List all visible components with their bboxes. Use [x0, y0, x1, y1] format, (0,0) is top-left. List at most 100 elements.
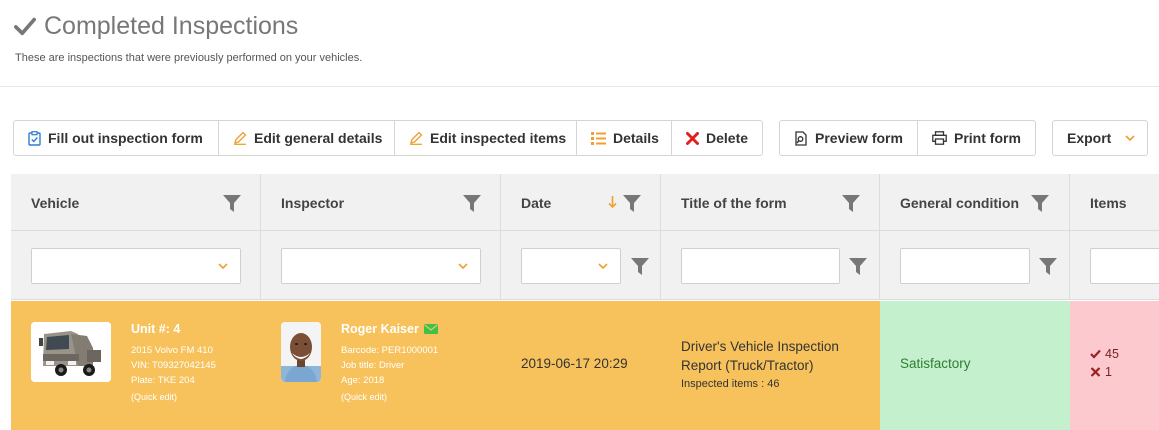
vehicle-plate: Plate: TKE 204: [131, 375, 195, 386]
inspected-items-count: Inspected items : 46: [681, 378, 780, 390]
clipboard-check-icon: [28, 130, 41, 146]
sort-descending-icon[interactable]: [608, 195, 617, 209]
actions-toolbar: Fill out inspection form Edit general de…: [13, 120, 763, 156]
items-ok-value: 45: [1105, 347, 1119, 361]
chevron-down-icon: [1125, 135, 1135, 142]
details-label: Details: [613, 130, 659, 146]
page-title: Completed Inspections: [14, 10, 362, 42]
chevron-down-icon: [458, 263, 468, 270]
preview-form-button[interactable]: Preview form: [780, 121, 918, 155]
grid-header-row: Vehicle Inspector Date Title of the form…: [11, 174, 1159, 231]
column-header-items[interactable]: Items: [1070, 174, 1159, 231]
delete-button[interactable]: Delete: [672, 121, 762, 155]
inspector-filter-select[interactable]: [281, 248, 481, 284]
column-header-vehicle[interactable]: Vehicle: [11, 174, 261, 231]
vehicle-unit-link[interactable]: Unit #: 4: [131, 322, 180, 336]
filter-icon[interactable]: [631, 258, 649, 275]
column-header-date[interactable]: Date: [501, 174, 661, 231]
filter-cell-vehicle: [11, 231, 261, 300]
filter-icon[interactable]: [1039, 258, 1057, 275]
column-header-inspector-label: Inspector: [281, 194, 345, 211]
page-title-text: Completed Inspections: [44, 11, 299, 40]
filter-icon[interactable]: [849, 258, 867, 275]
checkmark-icon: [1090, 349, 1101, 359]
pencil-icon: [234, 131, 247, 145]
fill-out-form-label: Fill out inspection form: [48, 130, 203, 146]
inspections-grid: Vehicle Inspector Date Title of the form…: [11, 174, 1159, 430]
checkmark-icon: [14, 17, 36, 36]
delete-label: Delete: [706, 130, 749, 146]
edit-inspected-items-button[interactable]: Edit inspected items: [395, 121, 577, 155]
page-header: Completed Inspections These are inspecti…: [14, 10, 362, 64]
condition-value: Satisfactory: [900, 356, 971, 371]
inspector-quick-edit-link[interactable]: (Quick edit): [341, 392, 387, 402]
list-icon: [591, 131, 606, 145]
column-header-date-label: Date: [521, 194, 552, 211]
column-header-items-label: Items: [1090, 194, 1127, 211]
form-title-line2: Report (Truck/Tractor): [681, 358, 814, 373]
details-button[interactable]: Details: [577, 121, 672, 155]
items-bad-value: 1: [1105, 365, 1112, 379]
items-filter-input[interactable]: [1090, 248, 1159, 284]
inspector-name-link[interactable]: Roger Kaiser: [341, 322, 438, 336]
condition-filter-input[interactable]: [900, 248, 1030, 284]
truck-icon: [31, 322, 111, 382]
items-ok-count: 45: [1090, 347, 1119, 361]
print-form-button[interactable]: Print form: [918, 121, 1035, 155]
inspector-job-title: Job title: Driver: [341, 360, 405, 371]
preview-form-label: Preview form: [815, 130, 903, 146]
print-form-label: Print form: [954, 130, 1021, 146]
page-subtitle: These are inspections that were previous…: [15, 52, 363, 64]
avatar: [281, 322, 321, 382]
inspector-name: Roger Kaiser: [341, 322, 419, 336]
inspector-avatar: [281, 322, 321, 382]
filter-cell-items: [1070, 231, 1159, 300]
chevron-down-icon: [218, 263, 228, 270]
column-header-condition-label: General condition: [900, 194, 1020, 211]
filter-icon[interactable]: [623, 195, 641, 212]
column-header-title[interactable]: Title of the form: [661, 174, 880, 231]
title-filter-input[interactable]: [681, 248, 840, 284]
fill-out-form-button[interactable]: Fill out inspection form: [14, 121, 219, 155]
close-icon: [686, 131, 699, 145]
pencil-icon: [410, 131, 423, 145]
export-button[interactable]: Export: [1053, 121, 1147, 155]
edit-inspected-items-label: Edit inspected items: [430, 130, 567, 146]
inspection-date: 2019-06-17 20:29: [521, 356, 628, 371]
edit-general-details-label: Edit general details: [254, 130, 383, 146]
inspector-age: Age: 2018: [341, 375, 385, 386]
column-header-title-label: Title of the form: [681, 194, 787, 211]
vehicle-vin: VIN: T09327042145: [131, 360, 216, 371]
filter-cell-condition: [880, 231, 1070, 300]
form-title-line1: Driver's Vehicle Inspection: [681, 339, 839, 354]
filter-icon[interactable]: [842, 195, 860, 212]
items-cell: [1070, 301, 1159, 430]
grid-filter-row: [11, 231, 1159, 300]
date-filter-select[interactable]: [521, 248, 621, 284]
filter-cell-title: [661, 231, 880, 300]
export-label: Export: [1067, 130, 1112, 146]
filter-cell-date: [501, 231, 661, 300]
filter-icon[interactable]: [463, 195, 481, 212]
search-document-icon: [795, 130, 807, 146]
filter-icon[interactable]: [1031, 195, 1049, 212]
export-dropdown[interactable]: Export: [1052, 120, 1148, 156]
vehicle-filter-select[interactable]: [31, 248, 241, 284]
inspector-barcode: Barcode: PER1000001: [341, 345, 439, 356]
filter-cell-inspector: [261, 231, 501, 300]
envelope-icon[interactable]: [423, 324, 438, 334]
vehicle-photo: [31, 322, 111, 382]
header-divider: [0, 86, 1159, 87]
chevron-down-icon: [598, 263, 608, 270]
filter-icon[interactable]: [223, 195, 241, 212]
form-toolbar: Preview form Print form: [779, 120, 1036, 156]
column-header-vehicle-label: Vehicle: [31, 194, 80, 211]
items-bad-count: 1: [1090, 365, 1112, 379]
vehicle-model: 2015 Volvo FM 410: [131, 345, 213, 356]
close-icon: [1090, 367, 1101, 377]
vehicle-quick-edit-link[interactable]: (Quick edit): [131, 392, 177, 402]
edit-general-details-button[interactable]: Edit general details: [219, 121, 395, 155]
table-row[interactable]: Unit #: 4 2015 Volvo FM 410 VIN: T093270…: [11, 301, 1159, 430]
column-header-condition[interactable]: General condition: [880, 174, 1070, 231]
column-header-inspector[interactable]: Inspector: [261, 174, 501, 231]
